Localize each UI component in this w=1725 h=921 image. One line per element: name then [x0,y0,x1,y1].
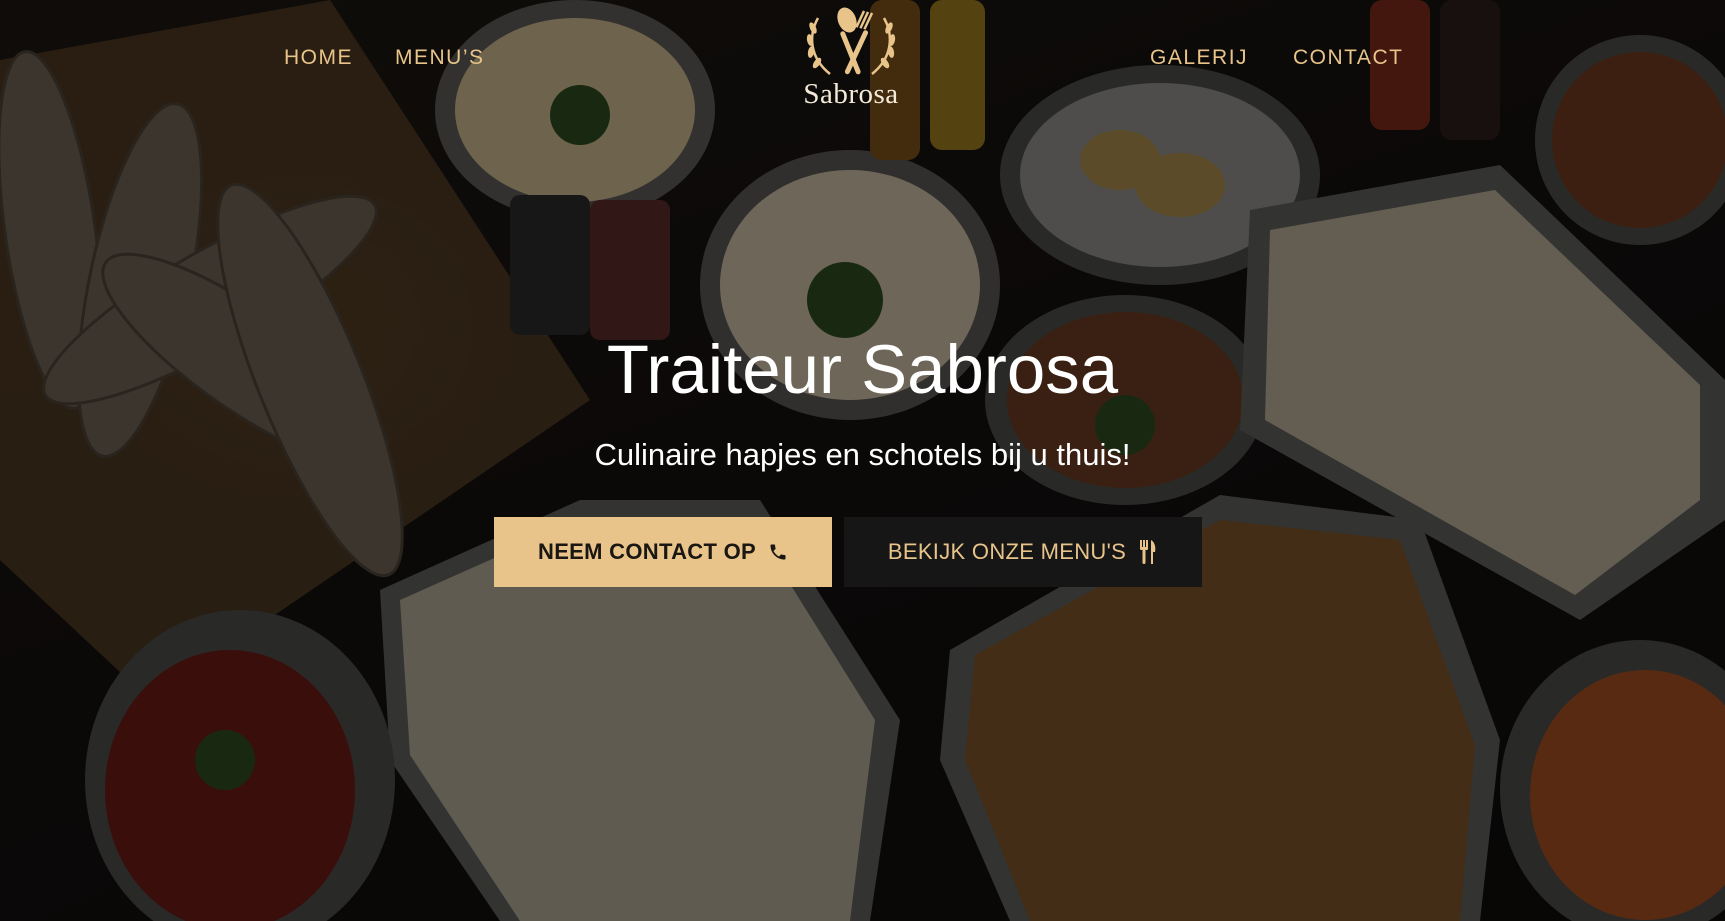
contact-button[interactable]: NEEM CONTACT OP [494,517,832,587]
nav-galerij[interactable]: GALERIJ [1150,46,1248,70]
hero-title: Traiteur Sabrosa [606,331,1119,408]
view-menus-button-label: BEKIJK ONZE MENU'S [887,539,1127,564]
nav-menus[interactable]: MENU’S [395,46,485,70]
hero-section: HOME MENU’S GALERIJ CONTACT Sabrosa Trai… [0,0,1725,921]
contact-button-label: NEEM CONTACT OP [538,539,756,564]
view-menus-button[interactable]: BEKIJK ONZE MENU'S [844,517,1202,587]
laurel-fork-spoon-icon [806,7,896,75]
logo[interactable]: Sabrosa [789,6,913,112]
phone-icon [768,542,788,562]
utensils-icon [1138,540,1158,564]
nav-contact[interactable]: CONTACT [1293,46,1403,70]
logo-text: Sabrosa [803,78,899,110]
hero-subtitle: Culinaire hapjes en schotels bij u thuis… [594,437,1131,472]
nav-home[interactable]: HOME [284,46,353,70]
